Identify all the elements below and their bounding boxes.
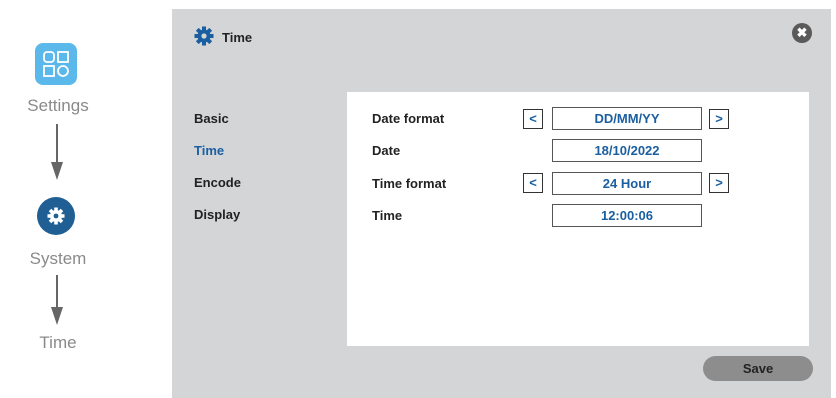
time-format-next-button[interactable]: > — [709, 173, 729, 193]
date-field[interactable]: 18/10/2022 — [552, 139, 702, 162]
breadcrumb-settings-label[interactable]: Settings — [0, 96, 116, 116]
date-format-prev-button[interactable]: < — [523, 109, 543, 129]
date-label: Date — [372, 143, 401, 158]
time-field[interactable]: 12:00:06 — [552, 204, 702, 227]
time-format-value[interactable]: 24 Hour — [552, 172, 702, 195]
save-button[interactable]: Save — [703, 356, 813, 381]
arrow-down-icon — [51, 275, 63, 325]
menu-item-encode[interactable]: Encode — [194, 175, 241, 190]
close-icon[interactable]: ✖ — [792, 23, 812, 43]
time-format-prev-button[interactable]: < — [523, 173, 543, 193]
date-format-label: Date format — [372, 111, 445, 126]
gear-icon — [194, 26, 214, 46]
breadcrumb: Settings System Time — [0, 0, 120, 398]
time-label: Time — [372, 208, 403, 223]
time-format-label: Time format — [372, 176, 447, 191]
menu-item-basic[interactable]: Basic — [194, 111, 229, 126]
menu-item-time[interactable]: Time — [194, 143, 224, 158]
arrow-down-icon — [51, 124, 63, 180]
breadcrumb-time-label: Time — [39, 333, 77, 352]
date-format-next-button[interactable]: > — [709, 109, 729, 129]
settings-grid-icon[interactable] — [35, 43, 77, 85]
gear-icon[interactable] — [37, 197, 75, 235]
panel-title: Time — [222, 30, 253, 45]
date-format-value[interactable]: DD/MM/YY — [552, 107, 702, 130]
menu-item-display[interactable]: Display — [194, 207, 240, 222]
settings-content: Date format < DD/MM/YY > Date 18/10/2022… — [347, 92, 809, 346]
time-settings-panel: Time ✖ Basic Time Encode Display Date fo… — [172, 9, 831, 398]
breadcrumb-system-label[interactable]: System — [0, 249, 116, 269]
